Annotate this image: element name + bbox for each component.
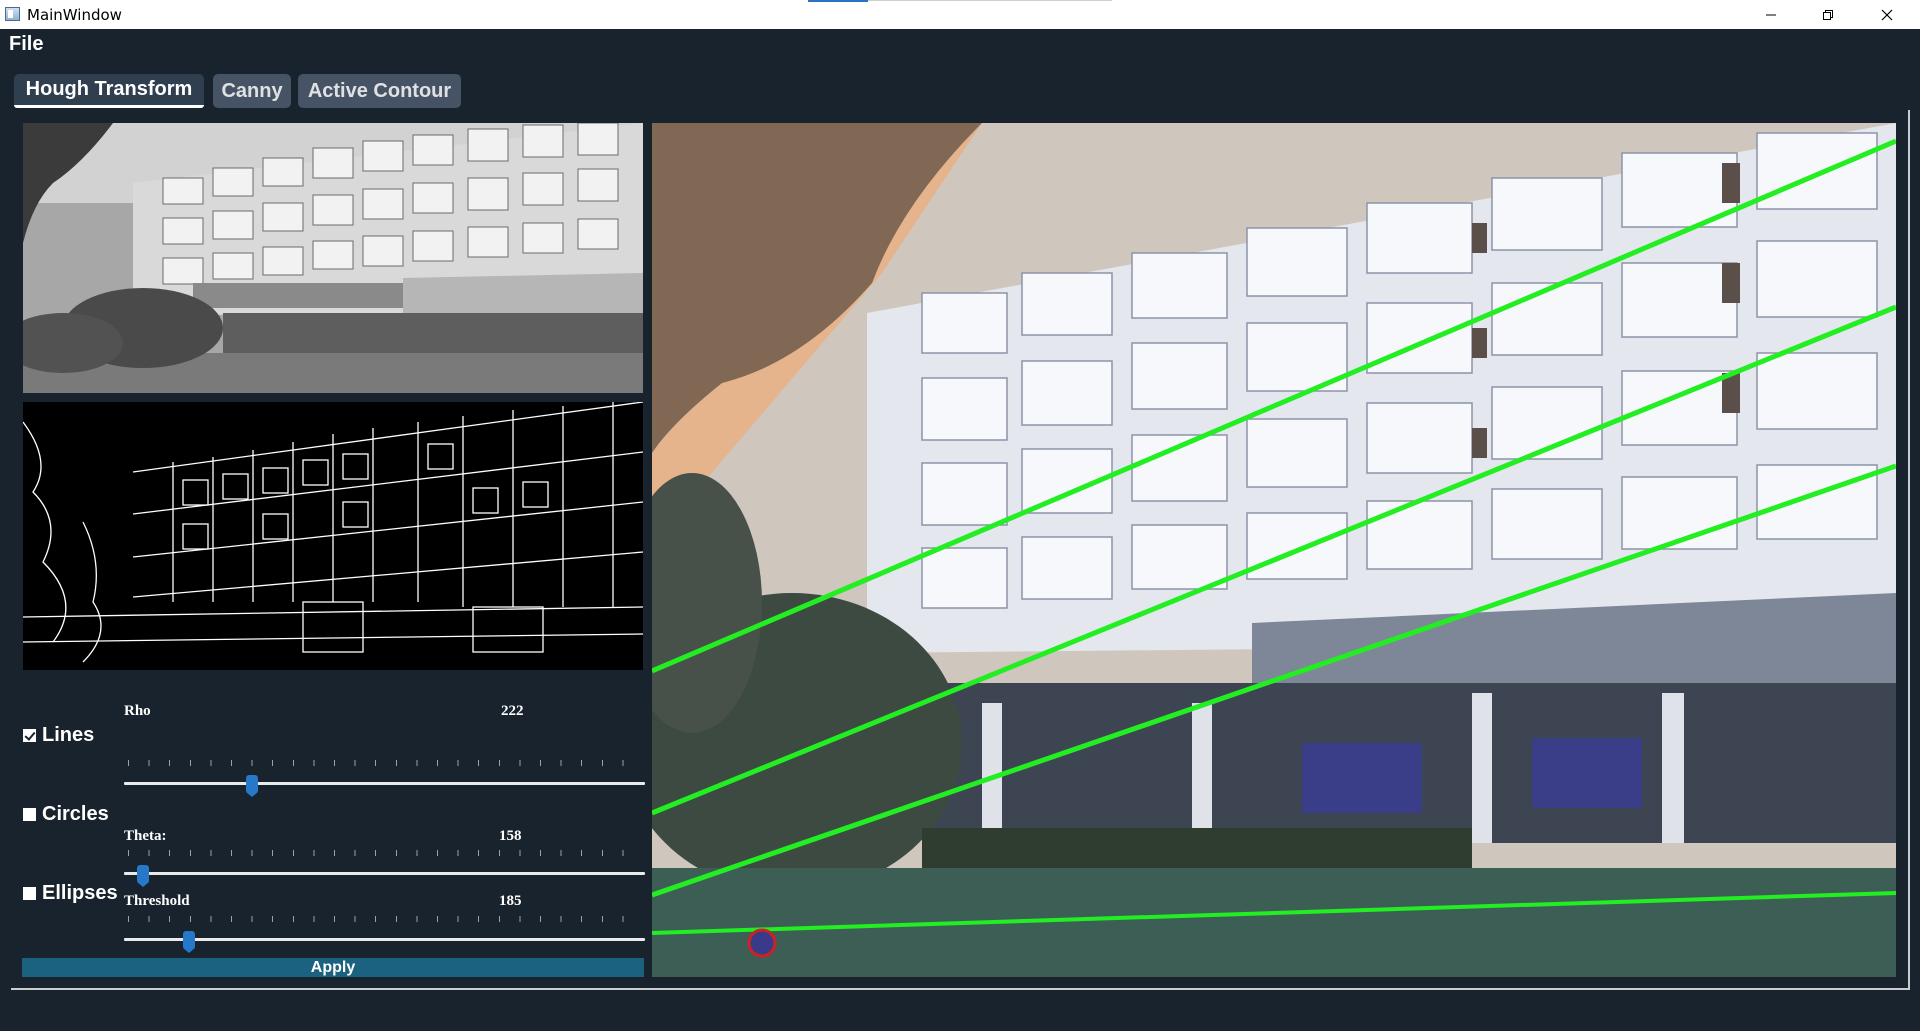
theta-slider-handle[interactable] [136,865,149,887]
window-top-divider [868,0,1112,1]
window-accent-line [808,0,868,2]
rho-slider[interactable] [124,760,645,797]
minimize-button[interactable] [1748,0,1794,29]
rho-value: 222 [501,703,524,719]
tab-canny[interactable]: Canny [213,74,291,108]
theta-slider-groove[interactable] [124,872,645,875]
rho-label: Rho [124,703,151,719]
restore-button[interactable] [1805,0,1851,29]
grayscale-input-image [23,123,643,393]
restore-icon [1823,9,1833,20]
close-button[interactable] [1864,0,1910,29]
ellipses-checkbox-label: Ellipses [42,882,118,904]
rho-slider-ticks [128,760,641,766]
menu-bar: File [0,29,1920,61]
circles-checkbox[interactable]: Circles [23,803,109,826]
apply-button[interactable]: Apply [22,958,644,977]
threshold-slider[interactable] [124,916,645,953]
canny-edge-image [23,402,643,670]
circles-checkbox-label: Circles [42,803,109,825]
threshold-value: 185 [499,893,522,909]
rho-slider-handle[interactable] [245,775,258,797]
ellipses-checkbox[interactable]: Ellipses [23,882,118,905]
lines-checkbox[interactable]: Lines [23,724,94,747]
theta-slider-ticks [128,850,641,856]
lines-checkbox-box[interactable] [23,729,36,742]
rho-slider-groove[interactable] [124,782,645,785]
circles-checkbox-box[interactable] [23,808,36,821]
lines-checkbox-label: Lines [42,724,95,746]
close-icon [1881,9,1893,20]
threshold-label: Threshold [124,893,190,909]
app-window-icon [5,7,20,21]
threshold-slider-ticks [128,916,641,922]
title-bar: MainWindow [0,0,1920,29]
threshold-slider-groove[interactable] [124,938,645,941]
ellipses-checkbox-box[interactable] [23,887,36,900]
threshold-slider-handle[interactable] [183,931,196,953]
theta-label: Theta: [124,828,167,844]
minimize-icon [1766,14,1776,15]
menu-file[interactable]: File [9,33,43,56]
hough-result-image [652,123,1896,977]
theta-value: 158 [499,828,522,844]
window-title: MainWindow [27,6,122,24]
tab-hough-transform[interactable]: Hough Transform [14,74,204,108]
theta-slider[interactable] [124,850,645,887]
tab-active-contour[interactable]: Active Contour [298,74,461,108]
